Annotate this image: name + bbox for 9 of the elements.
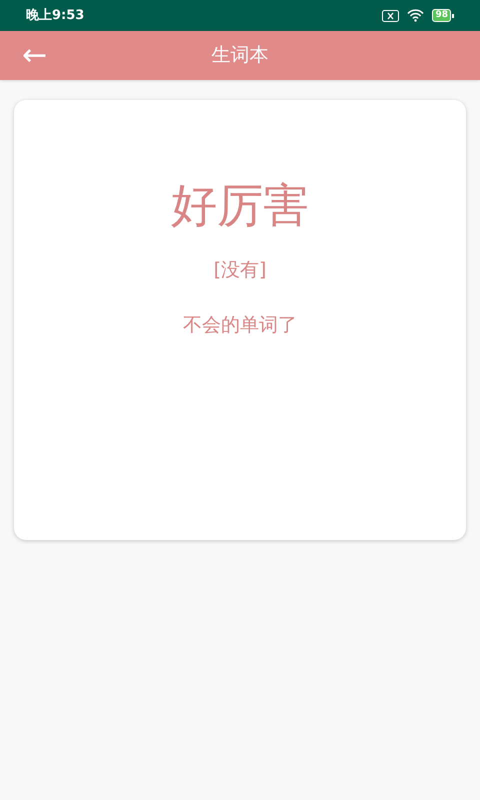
word-text: 好厉害 xyxy=(171,182,309,228)
wifi-icon xyxy=(407,9,424,22)
phonetic-text: [没有] xyxy=(214,258,266,283)
back-button[interactable]: ← xyxy=(0,40,70,70)
meaning-text: 不会的单词了 xyxy=(183,312,297,338)
status-time: 晚上9:53 xyxy=(26,6,84,25)
battery-indicator: 98 xyxy=(432,9,454,22)
page-title: 生词本 xyxy=(212,43,268,68)
sim-icon xyxy=(382,10,400,22)
